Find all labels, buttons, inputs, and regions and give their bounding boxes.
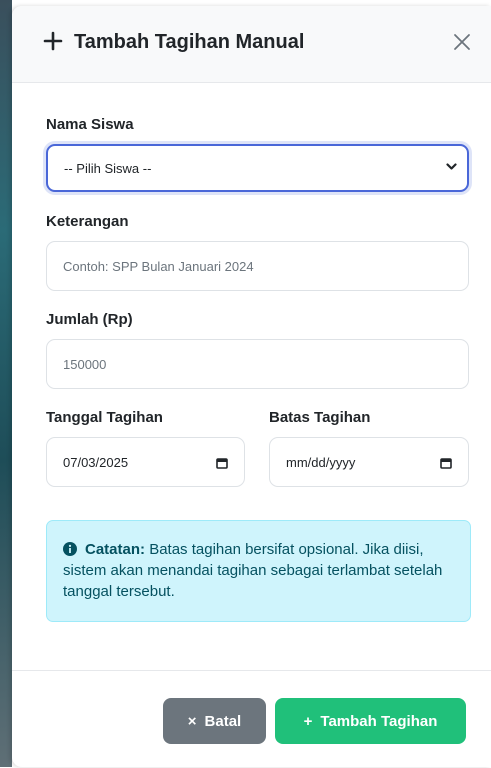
page-backdrop <box>0 0 12 767</box>
amount-label: Jumlah (Rp) <box>46 311 133 328</box>
due-date-placeholder: mm/dd/yyyy <box>286 454 356 470</box>
due-date-label: Batas Tagihan <box>269 409 371 426</box>
info-circle-icon <box>63 542 77 556</box>
info-note: Catatan: Batas tagihan bersifat opsional… <box>46 520 471 622</box>
description-input[interactable]: Contoh: SPP Bulan Januari 2024 <box>46 241 469 291</box>
bill-date-label: Tanggal Tagihan <box>46 409 163 426</box>
description-label: Keterangan <box>46 213 129 230</box>
cancel-button-label: Batal <box>204 712 242 730</box>
modal-title: Tambah Tagihan Manual <box>74 31 305 53</box>
close-icon[interactable] <box>452 32 472 52</box>
plus-icon <box>43 31 63 51</box>
add-bill-button[interactable]: + Tambah Tagihan <box>275 698 466 744</box>
add-bill-modal: Tambah Tagihan Manual Nama Siswa -- Pili… <box>12 6 491 767</box>
cancel-button[interactable]: × Batal <box>163 698 266 744</box>
add-bill-button-label: Tambah Tagihan <box>320 712 438 730</box>
note-title: Catatan: <box>85 541 146 558</box>
student-select-value: -- Pilih Siswa -- <box>64 160 152 176</box>
amount-placeholder: 150000 <box>63 356 107 372</box>
due-date-input[interactable]: mm/dd/yyyy <box>269 437 469 487</box>
bill-date-value: 07/03/2025 <box>63 454 129 470</box>
student-label: Nama Siswa <box>46 116 134 133</box>
student-select[interactable]: -- Pilih Siswa -- <box>46 144 469 192</box>
calendar-icon[interactable] <box>440 457 452 469</box>
plus-icon: + <box>303 712 313 730</box>
description-placeholder: Contoh: SPP Bulan Januari 2024 <box>63 258 254 274</box>
close-icon: × <box>187 712 197 730</box>
amount-input[interactable]: 150000 <box>46 339 469 389</box>
chevron-down-icon <box>446 163 457 170</box>
bill-date-input[interactable]: 07/03/2025 <box>46 437 245 487</box>
calendar-icon[interactable] <box>216 457 228 469</box>
modal-header: Tambah Tagihan Manual <box>12 6 491 83</box>
